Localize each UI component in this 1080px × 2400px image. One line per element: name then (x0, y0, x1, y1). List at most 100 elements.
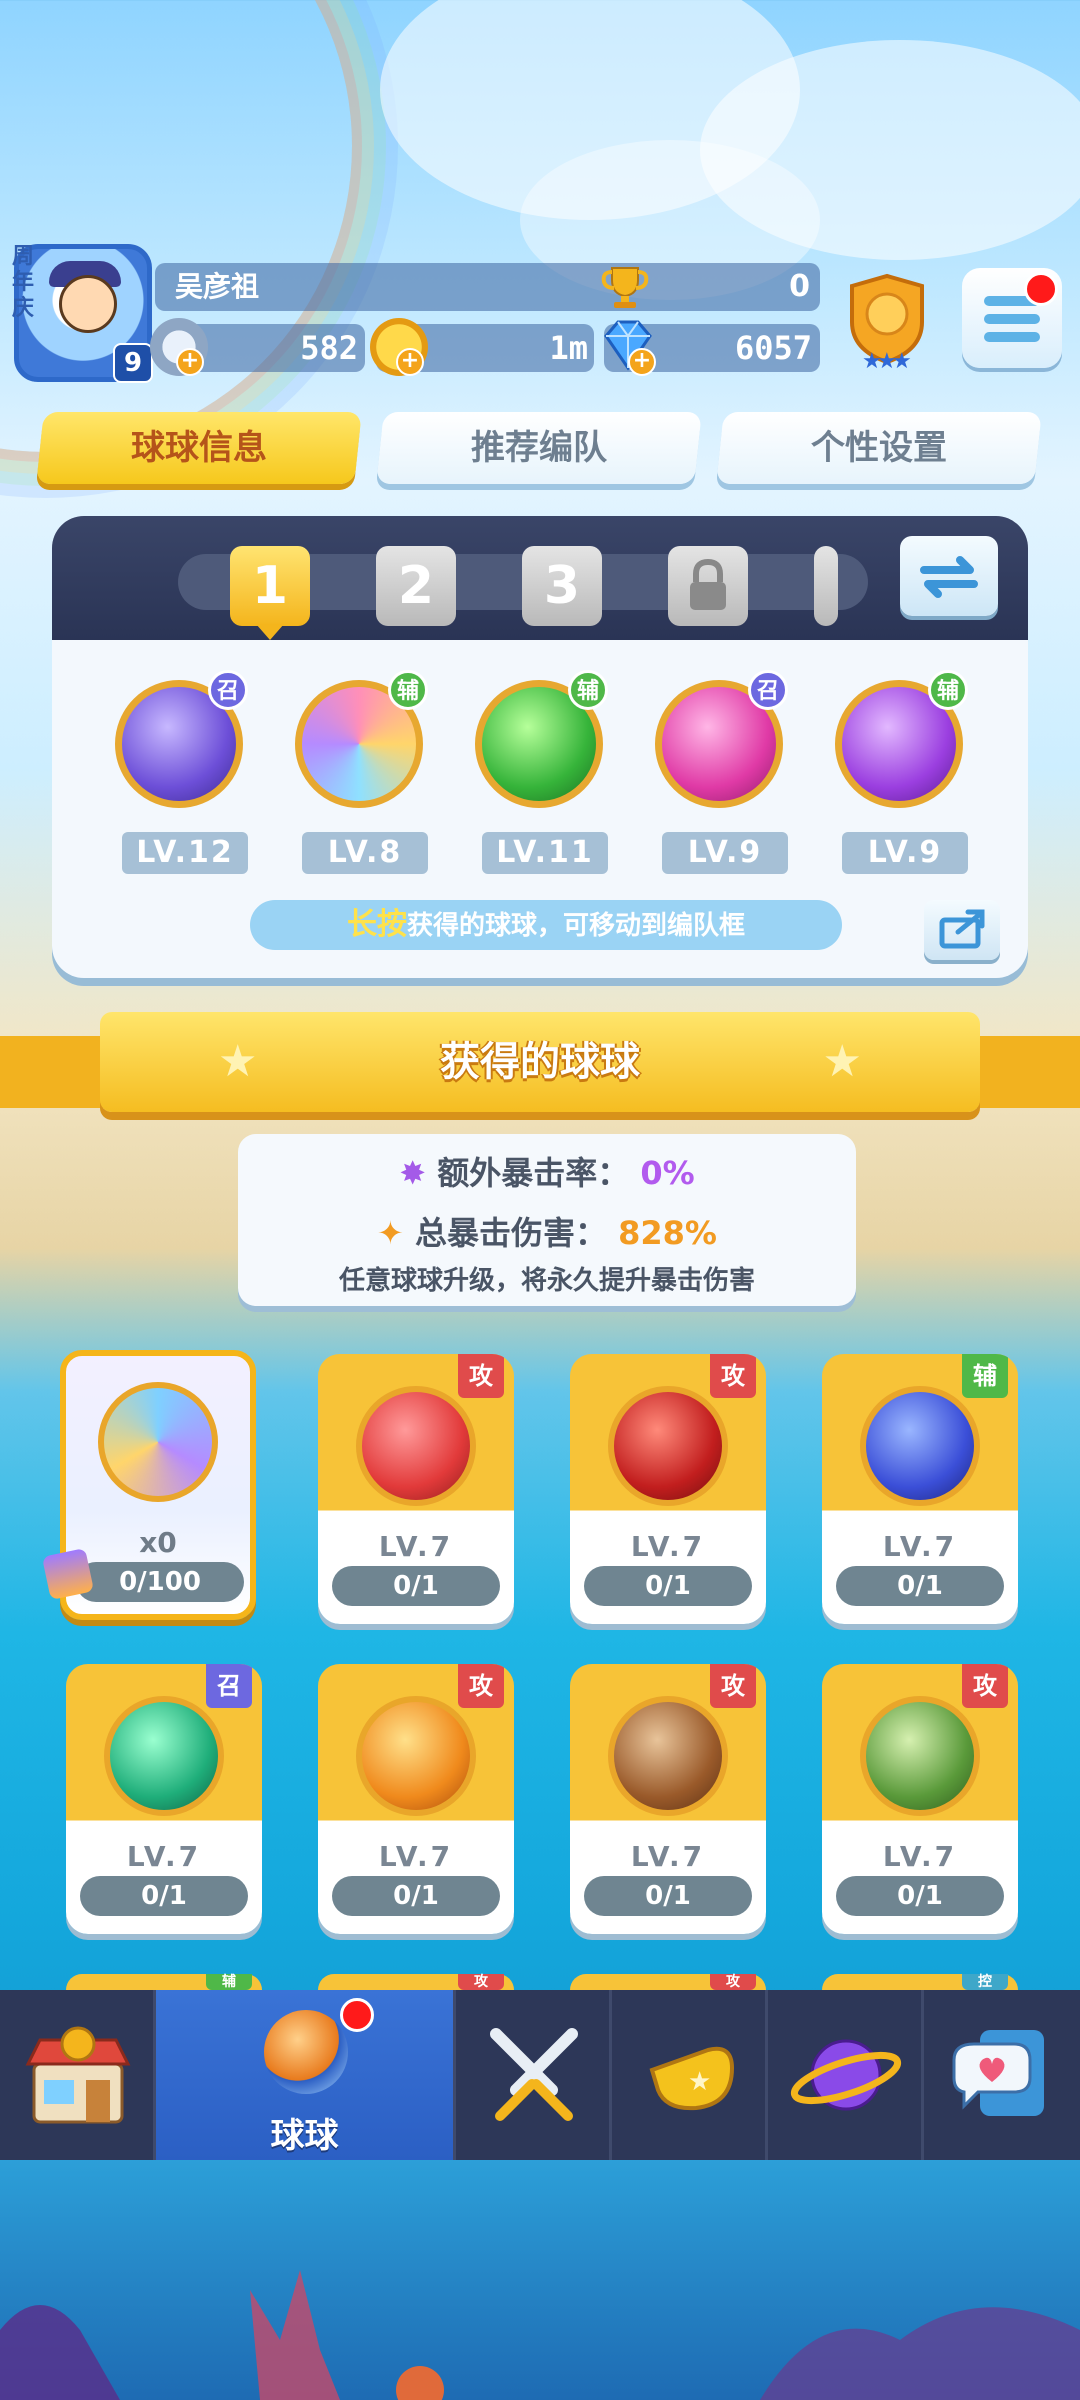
ball-card[interactable]: 辅 LV.7 0/1 (822, 1354, 1018, 1624)
card-progress: 0/1 (836, 1876, 1004, 1916)
role-tag: 辅 (928, 670, 968, 710)
crit-note: 任意球球升级，将永久提升暴击伤害 (338, 1266, 755, 1296)
trident-ball-icon (608, 1386, 728, 1506)
card-level: LV.7 (630, 1530, 706, 1563)
trophy-count: 0 (789, 269, 810, 304)
collection-banner: ★ 获得的球球 ★ (100, 1012, 980, 1112)
role-tag: 攻 (962, 1664, 1008, 1708)
card-level: LV.7 (378, 1840, 454, 1873)
tab-label: 球球信息 (131, 428, 267, 468)
nav-battle[interactable] (456, 1990, 612, 2160)
tab-recommended-team[interactable]: 推荐编队 (376, 412, 702, 484)
ball-icon (264, 2010, 348, 2094)
card-quantity: x0 (139, 1526, 177, 1559)
partial-card: 攻 (318, 1974, 514, 1990)
add-coins-button[interactable]: + (396, 348, 424, 376)
total-crit-row: ✦ 总暴击伤害： 828% (238, 1208, 856, 1254)
card-progress: 0/1 (584, 1876, 752, 1916)
ball-card[interactable]: 攻 LV.7 0/1 (570, 1664, 766, 1934)
swap-team-button[interactable] (900, 536, 998, 616)
role-tag: 辅 (962, 1354, 1008, 1398)
ball-card[interactable]: 召 LV.7 0/1 (66, 1664, 262, 1934)
nav-notification-dot (340, 1998, 374, 2032)
card-progress: 0/1 (80, 1876, 248, 1916)
bear-ball-icon (608, 1696, 728, 1816)
partial-slot (814, 546, 838, 626)
card-progress: 0/1 (584, 1566, 752, 1606)
star-icon: ★ (218, 1036, 258, 1087)
team-slot-3[interactable]: 3 (522, 546, 602, 626)
card-level: LV.7 (126, 1840, 202, 1873)
share-button[interactable] (924, 900, 1000, 960)
team-hint: 长按获得的球球，可移动到编队框 (250, 900, 842, 950)
member-level: LV.11 (482, 832, 608, 874)
nav-label: 球球 (270, 2116, 339, 2156)
total-crit-value: 828% (618, 1214, 717, 1252)
ball-card[interactable]: 攻 LV.7 0/1 (318, 1354, 514, 1624)
extra-crit-row: ✸ 额外暴击率： 0% (238, 1148, 856, 1194)
menu-notification-dot (1024, 272, 1058, 306)
role-tag: 辅 (206, 1974, 252, 1990)
menu-icon-line (984, 314, 1040, 324)
team-slot-2[interactable]: 2 (376, 546, 456, 626)
nav-balls[interactable]: 球球 (156, 1990, 456, 2160)
total-crit-label: 总暴击伤害： (414, 1214, 607, 1252)
team-member-3[interactable]: 辅 (460, 670, 610, 820)
crit-rate-icon: ✸ (399, 1154, 427, 1192)
extra-crit-label: 额外暴击率： (437, 1154, 630, 1192)
card-level: LV.7 (882, 1530, 958, 1563)
card-progress: 0/1 (332, 1566, 500, 1606)
tab-personal-settings[interactable]: 个性设置 (716, 412, 1042, 484)
rank-medal-icon[interactable]: ★ ★ ★ (842, 272, 932, 372)
chat-heart-icon (952, 2030, 1044, 2116)
nav-shop[interactable] (0, 1990, 156, 2160)
tab-label: 推荐编队 (471, 428, 607, 468)
team-member-5[interactable]: 辅 (820, 670, 970, 820)
puzzle-piece-icon (41, 1547, 95, 1601)
fire-ball-icon (356, 1696, 476, 1816)
crit-damage-icon: ✦ (377, 1214, 404, 1252)
tab-label: 个性设置 (811, 428, 947, 468)
nav-planet[interactable] (768, 1990, 924, 2160)
add-gems-button[interactable]: + (628, 348, 656, 376)
stamina-value: 582 (300, 329, 358, 367)
shop-icon (25, 2026, 131, 2124)
role-tag: 攻 (710, 1664, 756, 1708)
team-slot-1[interactable]: 1 (230, 546, 310, 626)
role-tag: 攻 (458, 1664, 504, 1708)
collection-title: 获得的球球 (440, 1039, 640, 1085)
role-tag: 辅 (568, 670, 608, 710)
nav-social[interactable] (924, 1990, 1080, 2160)
hint-highlight: 长按 (346, 907, 407, 942)
locked-slot[interactable] (668, 546, 748, 626)
add-stamina-button[interactable]: + (176, 348, 204, 376)
card-progress: 0/1 (836, 1566, 1004, 1606)
partial-card: 控 (822, 1974, 1018, 1990)
anniversary-label: 周年庆 (12, 244, 35, 321)
nav-whistle[interactable]: ★ (612, 1990, 768, 2160)
member-level: LV.9 (662, 832, 788, 874)
team-member-1[interactable]: 召 (100, 670, 250, 820)
swap-icon (920, 556, 978, 598)
role-tag: 攻 (710, 1974, 756, 1990)
menu-icon-line (984, 332, 1040, 342)
svg-text:★: ★ (688, 2067, 711, 2097)
avatar-level-badge: 9 (113, 343, 153, 383)
card-progress: 0/1 (332, 1876, 500, 1916)
ball-card[interactable]: 攻 LV.7 0/1 (822, 1664, 1018, 1934)
team-member-2[interactable]: 辅 (280, 670, 430, 820)
role-tag: 攻 (458, 1974, 504, 1990)
member-level: LV.9 (842, 832, 968, 874)
hint-text: 获得的球球，可移动到编队框 (406, 911, 745, 941)
ball-card[interactable]: 攻 LV.7 0/1 (318, 1664, 514, 1934)
tab-ball-info[interactable]: 球球信息 (36, 412, 362, 484)
team-member-4[interactable]: 召 (640, 670, 790, 820)
member-level: LV.8 (302, 832, 428, 874)
extra-crit-value: 0% (640, 1154, 695, 1192)
lock-icon (690, 558, 726, 610)
ball-card[interactable]: 攻 LV.7 0/1 (570, 1354, 766, 1624)
whistle-icon: ★ (649, 2046, 735, 2111)
role-tag: 攻 (710, 1354, 756, 1398)
seafloor-background (0, 2160, 1080, 2400)
team-panel: 1 2 3 召 LV.12 辅 LV.8 辅 LV.11 召 LV.9 辅 LV… (52, 516, 1028, 978)
